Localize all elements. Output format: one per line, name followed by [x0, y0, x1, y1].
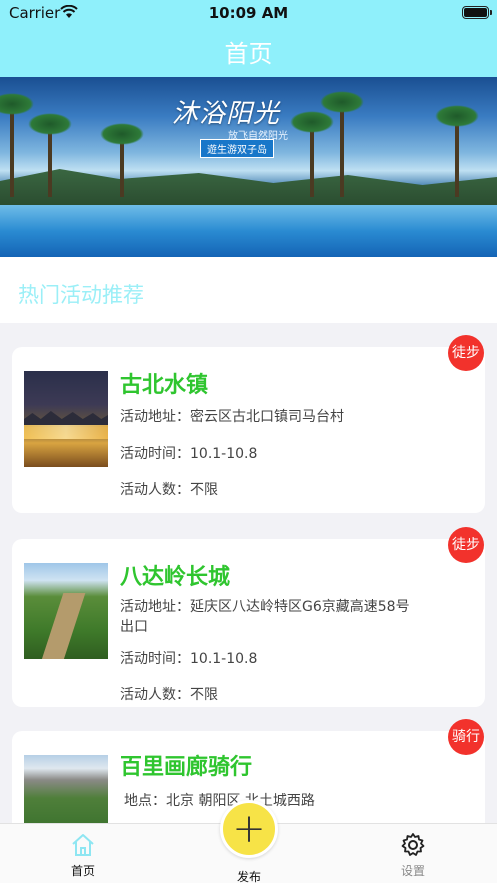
activity-address: 活动地址：密云区古北口镇司马台村	[120, 409, 344, 425]
activity-people: 活动人数：不限	[120, 687, 218, 703]
battery-icon	[462, 6, 492, 19]
banner-image[interactable]: 沐浴阳光 放飞自然阳光 遊生游双子岛	[0, 77, 497, 257]
activity-thumbnail	[24, 371, 108, 467]
banner-title: 沐浴阳光	[172, 99, 281, 129]
tab-home-label: 首页	[70, 864, 95, 878]
navigation-bar: 首页	[0, 26, 497, 77]
tab-settings[interactable]: 设置	[383, 832, 443, 879]
activity-thumbnail	[24, 563, 108, 659]
activity-type-badge: 徒步	[448, 335, 484, 371]
palm-tree	[100, 123, 144, 197]
tab-home[interactable]: 首页	[53, 832, 113, 879]
activity-card[interactable]: 古北水镇 活动地址：密云区古北口镇司马台村 活动时间：10.1-10.8 活动人…	[12, 347, 485, 513]
activity-card[interactable]: 八达岭长城 活动地址：延庆区八达岭特区G6京藏高速58号 出口 活动时间：10.…	[12, 539, 485, 707]
home-icon	[72, 834, 94, 856]
activity-type-badge: 骑行	[448, 719, 484, 755]
tab-settings-label: 设置	[400, 864, 425, 878]
activity-name: 百里画廊骑行	[120, 755, 253, 780]
palm-tree	[28, 113, 72, 197]
activity-name: 八达岭长城	[120, 565, 231, 590]
activity-people: 活动人数：不限	[120, 482, 218, 498]
plus-icon: +	[232, 806, 266, 852]
activity-time: 活动时间：10.1-10.8	[120, 446, 258, 462]
activity-type-badge: 徒步	[448, 527, 484, 563]
status-bar: Carrier 10:09 AM	[0, 0, 497, 26]
banner-pool	[0, 205, 497, 257]
palm-tree	[435, 105, 479, 197]
section-title: 热门活动推荐	[18, 283, 144, 307]
palm-tree	[320, 91, 364, 197]
clock: 10:09 AM	[208, 4, 289, 22]
activity-address-continued: 出口	[120, 619, 148, 635]
page-title: 首页	[224, 40, 273, 68]
palm-tree	[0, 93, 34, 197]
activity-name: 古北水镇	[120, 373, 209, 398]
banner-tag: 遊生游双子岛	[200, 139, 274, 158]
publish-label: 发布	[236, 870, 261, 883]
gear-icon	[401, 833, 425, 856]
palm-tree	[290, 111, 334, 197]
publish-button[interactable]: +	[220, 800, 278, 858]
banner-hills	[0, 169, 497, 205]
activity-time: 活动时间：10.1-10.8	[120, 651, 258, 667]
section-header: 热门活动推荐	[0, 257, 497, 323]
activity-address: 地点：北京 朝阳区 北土城西路	[124, 793, 315, 809]
activity-address: 活动地址：延庆区八达岭特区G6京藏高速58号	[120, 599, 410, 615]
